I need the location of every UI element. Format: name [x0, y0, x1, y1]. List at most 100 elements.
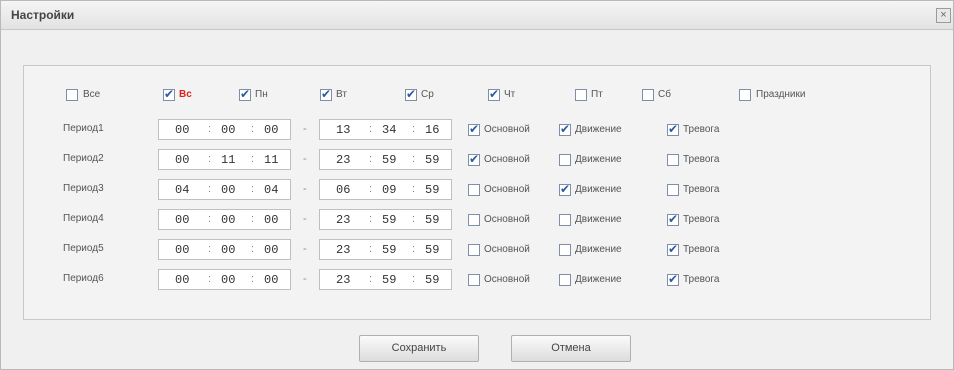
start-time-input[interactable]: 00 00 00:: [158, 269, 291, 290]
end-time-part: 23 [336, 153, 351, 167]
day-checkbox-4[interactable] [405, 87, 417, 101]
normal-label: Основной [484, 124, 530, 135]
start-time-part: 00 [175, 153, 190, 167]
end-time-part: 23 [336, 243, 351, 257]
time-separator: : [251, 183, 255, 195]
alarm-label: Тревога [683, 154, 720, 165]
alarm-label: Тревога [683, 244, 720, 255]
alarm-checkbox[interactable] [667, 212, 679, 226]
day-checkbox-3[interactable] [320, 87, 332, 101]
range-dash: - [303, 183, 307, 195]
end-time-input[interactable]: 13 34 16:: [319, 119, 452, 140]
motion-checkbox[interactable] [559, 214, 571, 226]
start-time-input[interactable]: 00 00 00:: [158, 119, 291, 140]
start-time-part: 00 [175, 123, 190, 137]
normal-checkbox[interactable] [468, 274, 480, 286]
alarm-checkbox[interactable] [667, 272, 679, 286]
start-time-part: 00 [264, 243, 279, 257]
start-time-input[interactable]: 00 11 11:: [158, 149, 291, 170]
motion-checkbox[interactable] [559, 122, 571, 136]
start-time-part: 00 [221, 243, 236, 257]
alarm-checkbox[interactable] [667, 242, 679, 256]
range-dash: - [303, 273, 307, 285]
alarm-checkbox[interactable] [667, 122, 679, 136]
alarm-label: Тревога [683, 274, 720, 285]
normal-checkbox[interactable] [468, 184, 480, 196]
period-label: Период5 [63, 243, 104, 254]
day-checkbox-0[interactable] [66, 89, 78, 101]
range-dash: - [303, 213, 307, 225]
motion-label: Движение [575, 124, 622, 135]
period-label: Период3 [63, 183, 104, 194]
start-time-part: 04 [175, 183, 190, 197]
time-separator: : [251, 213, 255, 225]
normal-label: Основной [484, 154, 530, 165]
day-checkbox-2[interactable] [239, 87, 251, 101]
end-time-input[interactable]: 23 59 59:: [319, 269, 452, 290]
end-time-part: 23 [336, 213, 351, 227]
time-separator: : [251, 273, 255, 285]
motion-label: Движение [575, 214, 622, 225]
alarm-label: Тревога [683, 184, 720, 195]
day-checkbox-7[interactable] [642, 89, 654, 101]
day-checkbox-8[interactable] [739, 89, 751, 101]
period-label: Период4 [63, 213, 104, 224]
normal-checkbox[interactable] [468, 152, 480, 166]
dialog-titlebar: Настройки × [1, 1, 953, 30]
normal-label: Основной [484, 214, 530, 225]
day-checkbox-6[interactable] [575, 89, 587, 101]
time-separator: : [412, 213, 416, 225]
day-label: Ср [421, 89, 434, 100]
end-time-part: 34 [382, 123, 397, 137]
day-label: Вс [179, 89, 192, 100]
save-button[interactable]: Сохранить [359, 335, 479, 362]
range-dash: - [303, 243, 307, 255]
dialog-title: Настройки [11, 8, 75, 22]
end-time-part: 09 [382, 183, 397, 197]
end-time-part: 59 [425, 183, 440, 197]
end-time-part: 59 [382, 243, 397, 257]
motion-label: Движение [575, 154, 622, 165]
start-time-part: 00 [175, 213, 190, 227]
time-separator: : [251, 153, 255, 165]
day-checkbox-1[interactable] [163, 87, 175, 101]
motion-checkbox[interactable] [559, 182, 571, 196]
time-separator: : [208, 183, 212, 195]
start-time-part: 00 [175, 243, 190, 257]
normal-checkbox[interactable] [468, 122, 480, 136]
end-time-input[interactable]: 23 59 59:: [319, 209, 452, 230]
time-separator: : [208, 273, 212, 285]
motion-checkbox[interactable] [559, 154, 571, 166]
start-time-part: 00 [264, 213, 279, 227]
alarm-checkbox[interactable] [667, 184, 679, 196]
start-time-input[interactable]: 00 00 00:: [158, 239, 291, 260]
motion-label: Движение [575, 274, 622, 285]
start-time-part: 04 [264, 183, 279, 197]
end-time-input[interactable]: 23 59 59:: [319, 239, 452, 260]
start-time-input[interactable]: 00 00 00:: [158, 209, 291, 230]
end-time-input[interactable]: 06 09 59:: [319, 179, 452, 200]
start-time-part: 00 [221, 273, 236, 287]
normal-label: Основной [484, 244, 530, 255]
normal-checkbox[interactable] [468, 214, 480, 226]
day-label: Пт [591, 89, 603, 100]
day-checkbox-5[interactable] [488, 87, 500, 101]
end-time-part: 59 [425, 243, 440, 257]
time-separator: : [412, 243, 416, 255]
time-separator: : [369, 123, 373, 135]
time-separator: : [369, 243, 373, 255]
start-time-input[interactable]: 04 00 04:: [158, 179, 291, 200]
period-label: Период2 [63, 153, 104, 164]
end-time-part: 59 [425, 153, 440, 167]
motion-checkbox[interactable] [559, 244, 571, 256]
alarm-checkbox[interactable] [667, 154, 679, 166]
motion-checkbox[interactable] [559, 274, 571, 286]
normal-checkbox[interactable] [468, 244, 480, 256]
close-icon[interactable]: × [936, 8, 951, 23]
cancel-button[interactable]: Отмена [511, 335, 631, 362]
end-time-part: 16 [425, 123, 440, 137]
start-time-part: 11 [264, 153, 279, 167]
motion-label: Движение [575, 244, 622, 255]
time-separator: : [208, 213, 212, 225]
end-time-input[interactable]: 23 59 59:: [319, 149, 452, 170]
